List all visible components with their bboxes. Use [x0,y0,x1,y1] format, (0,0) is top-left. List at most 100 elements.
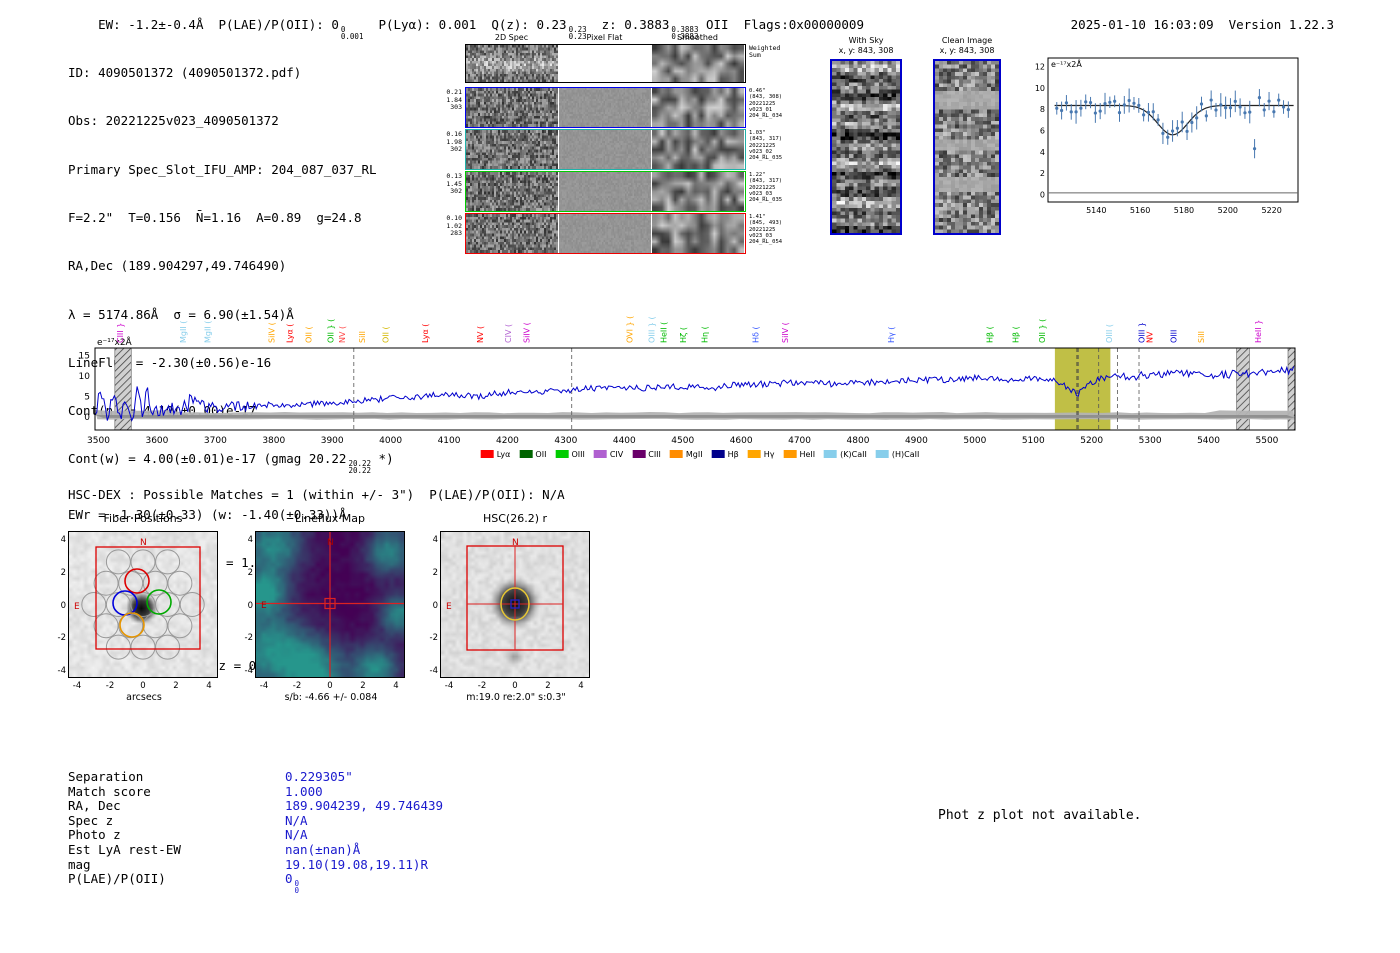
spectrum-x-tick: 5400 [1197,436,1220,446]
spectrum-x-tick: 4200 [496,436,519,446]
panel-y-tick: 2 [247,567,253,578]
legend-swatch [783,450,797,458]
zoom-x-tick: 5220 [1262,206,1282,215]
pixelflat-image [559,88,651,127]
zoom-y-tick: 6 [1040,127,1045,136]
legend-item: OII [519,450,546,459]
legend-swatch [669,450,683,458]
legend-label: Lyα [496,450,511,459]
emission-line-label: OIII [1169,330,1178,343]
panel-x-tick: -2 [105,681,115,691]
legend-swatch [480,450,494,458]
pixelflat-image [559,214,651,253]
zoom-units-label: e⁻¹⁷x2Å [1051,58,1082,69]
hsc-image-overlay: NE [446,538,564,651]
fiber-positions-overlay: NE [74,538,205,660]
spectrum-y-tick: 10 [79,372,91,382]
legend-label: OIII [571,450,585,459]
data-point [1132,101,1136,105]
smoothed-image [652,130,744,169]
legend-label: HeII [799,450,816,459]
legend-item: (H)CaII [875,450,919,459]
legend-label: CIV [609,450,624,459]
fiber-circle-green [146,589,172,615]
match-table-row: Separation 0.229305" [68,769,443,785]
legend-label: (K)CaII [840,450,867,459]
withsky-image [832,61,900,233]
data-point [1113,99,1117,103]
spectrum-y-tick: 5 [84,392,90,402]
match-field-label: mag [68,856,91,872]
emission-line-label: Hβ ( [1012,326,1021,343]
legend-item: Lyα [480,450,511,459]
emission-line-label: MgII ( [179,321,188,343]
emission-line-label: SiII [1197,331,1206,343]
photz-note: Phot z plot not available. [938,808,1142,823]
match-table-row: RA, Dec 189.904239, 49.746439 [68,798,443,814]
spectrum-x-tick: 3800 [262,436,285,446]
legend-swatch [711,450,725,458]
pixelflat-image [559,130,651,169]
zoom-y-tick: 0 [1040,191,1045,200]
compass-north: N [327,538,334,548]
ew-value: EW: -1.2±-0.4Å [98,17,204,32]
plya-value: P(Lyα): 0.001 [378,17,477,32]
zoom-y-tick: 10 [1035,84,1045,93]
match-field-label: RA, Dec [68,798,121,814]
cutout-row-stats: 0.21 1.84 303 [446,88,462,111]
report-timestamp: 2025-01-10 16:03:09 Version 1.22.3 [1041,2,1334,47]
data-point [1248,110,1252,114]
cutout-row [465,213,746,254]
match-field-label: Separation [68,769,144,784]
cutout-row-stats: 0.10 1.02 283 [446,214,462,237]
clean-header: Clean Image x, y: 843, 308 [939,36,995,55]
spectrum-x-tick: 3500 [87,436,110,446]
spectrum-units-label: e⁻¹⁷x2Å [97,336,133,348]
fiber-circle [142,613,168,639]
data-point [1233,99,1237,103]
spectrum-x-tick: 4000 [379,436,402,446]
cutout-row-annotation: 0.46" (843, 308) 20221225 v023_01 204_RL… [749,88,783,120]
cutout-row-annotation: Weighted Sum [749,44,781,59]
legend-swatch [555,450,569,458]
data-point [1180,120,1184,124]
data-point [1059,108,1064,113]
data-point [1142,113,1146,117]
clean-image-box [933,59,1001,235]
fiber-circle [167,613,193,639]
spectrum-x-tick: 5200 [1080,436,1103,446]
data-point [1277,98,1281,102]
lineflux-map-panel: Lineflux Map NE s/b: -4.66 +/- 0.084 -4-… [245,512,405,703]
data-point [1262,108,1266,112]
emission-line-label: Lyα ( [285,324,294,343]
data-point [1156,118,1160,122]
match-table-row: mag 19.10(19.08,19.11)R [68,856,443,873]
emission-line-label: NV [1145,331,1154,343]
panel-x-tick: 0 [140,681,146,691]
spec2d-cutouts [465,0,746,260]
fiber-circle [93,570,119,596]
data-point [1055,106,1059,110]
data-point [1127,98,1131,103]
match-field-label: Est LyA rest-EW [68,841,181,857]
fiber-circle [105,549,131,575]
emission-line-label: OII ( [381,326,390,343]
panel-title: Lineflux Map [294,512,366,525]
panel-x-tick: 2 [545,681,551,691]
emission-line-label: Hβ ( [985,326,994,343]
cutout-row-annotation: 1.22" (843, 317) 20221225 v023_03 204_RL… [749,172,783,204]
spectrum-x-tick: 5100 [1022,436,1045,446]
spectrum-x-tick: 4100 [438,436,461,446]
emission-line-label: HeII } [1254,320,1263,343]
spectrum-x-tick: 3700 [204,436,227,446]
spectrum-x-tick: 4600 [730,436,753,446]
emission-line-label: OIII } ( [648,316,657,343]
data-point [1122,103,1126,107]
panel-y-tick: -2 [244,633,253,644]
data-point [1267,99,1271,103]
data-point [1185,129,1189,133]
data-point [1151,110,1155,114]
panel-xlabel: arcsecs [126,692,162,703]
cutout-row [465,171,746,212]
emission-line-label: SiIV ( [267,322,276,343]
